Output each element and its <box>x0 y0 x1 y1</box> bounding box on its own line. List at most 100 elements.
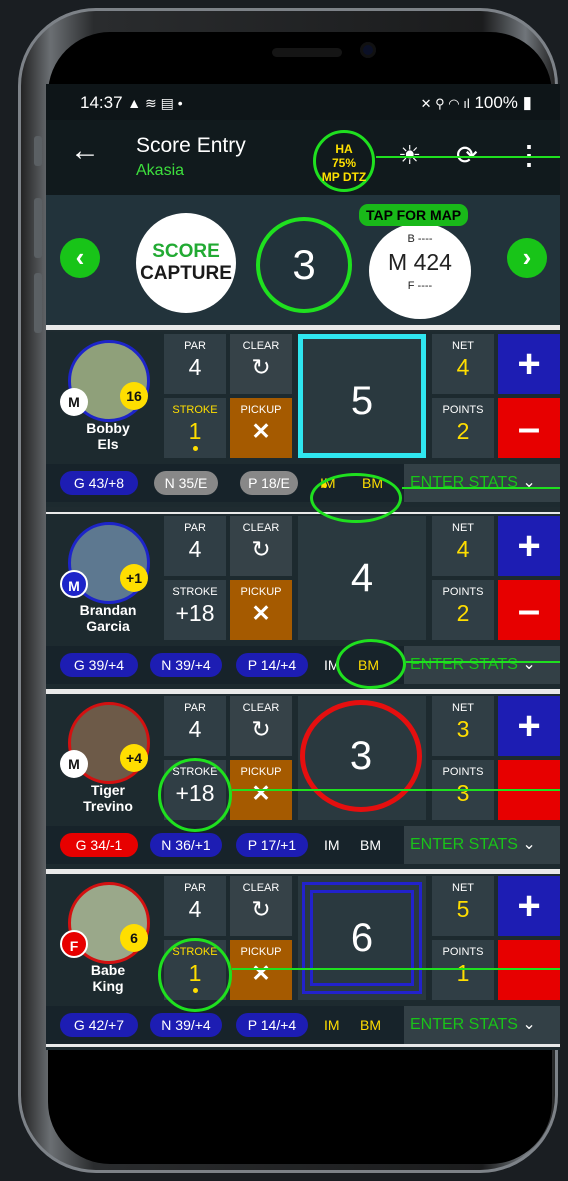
status-time: 14:37 ▲ ≋ ▤ • <box>80 93 183 112</box>
player-name: Babe King <box>90 962 126 994</box>
clear-icon: ↻ <box>251 536 271 562</box>
annotation-line <box>232 789 560 791</box>
player-name: Tiger Trevino <box>83 782 133 814</box>
points-pill: P 14/+4 <box>236 653 308 677</box>
net-pill: N 39/+4 <box>150 1013 222 1037</box>
volume-up-button <box>34 198 42 258</box>
pickup-x-icon: ✕ <box>251 418 271 444</box>
handicap-badge: 16 <box>120 382 148 410</box>
bm-toggle[interactable]: BM <box>360 1017 381 1033</box>
annotation-line <box>232 968 560 970</box>
birdie-circle: 3 <box>300 700 422 812</box>
points-pill: P 17/+1 <box>236 833 308 857</box>
par-cell: PAR 4 <box>164 876 226 936</box>
points-cell: POINTS 2 <box>432 398 494 458</box>
stroke-cell: STROKE 1 <box>164 398 226 458</box>
im-toggle[interactable]: IM <box>324 1017 340 1033</box>
earpiece-speaker <box>272 48 342 57</box>
status-bar: 14:37 ▲ ≋ ▤ • ✕ ⚲ ◠ ıl 100% ▮ <box>46 84 560 120</box>
points-pill: P 18/E <box>240 471 298 495</box>
par-cell: PAR 4 <box>164 516 226 576</box>
gross-pill: G 34/-1 <box>60 833 138 857</box>
mute-switch <box>34 136 42 166</box>
net-cell: NET 3 <box>432 696 494 756</box>
net-cell: NET 4 <box>432 334 494 394</box>
hole-distance[interactable]: B ---- M 424 F ---- <box>369 223 471 319</box>
score-capture-logo: SCORE CAPTURE <box>136 213 236 313</box>
handicap-allowance-badge[interactable]: HA 75% MP DTZ <box>313 130 375 192</box>
annotation-line <box>406 661 560 663</box>
clear-icon: ↻ <box>251 896 271 922</box>
pickup-button[interactable]: PICKUP ✕ <box>230 580 292 640</box>
points-cell: POINTS 2 <box>432 580 494 640</box>
gender-badge: M <box>60 388 88 416</box>
net-cell: NET 5 <box>432 876 494 936</box>
enter-stats-dropdown[interactable]: ENTER STATS ⌄ <box>404 826 560 864</box>
net-pill: N 36/+1 <box>150 833 222 857</box>
hole-number[interactable]: 3 <box>256 217 352 313</box>
hole-selector: ‹ SCORE CAPTURE 3 B ---- M 424 F ---- TA… <box>46 195 560 325</box>
net-pill: N 35/E <box>154 471 218 495</box>
next-hole-icon[interactable]: › <box>507 238 547 278</box>
par-cell: PAR 4 <box>164 696 226 756</box>
decrement-button[interactable]: – <box>498 580 560 640</box>
decrement-button[interactable]: – <box>498 398 560 458</box>
pickup-x-icon: ✕ <box>251 960 271 986</box>
stats-row: G 43/+8 N 35/E P 18/E IM BM ENTER STATS … <box>46 464 560 502</box>
handicap-badge: 6 <box>120 924 148 952</box>
gender-badge: M <box>60 570 88 598</box>
score-box[interactable]: 6 <box>298 876 426 1000</box>
annotation-ring <box>310 473 402 523</box>
pickup-button[interactable]: PICKUP ✕ <box>230 398 292 458</box>
enter-stats-dropdown[interactable]: ENTER STATS ⌄ <box>404 646 560 684</box>
clear-button[interactable]: CLEAR ↻ <box>230 334 292 394</box>
clear-button[interactable]: CLEAR ↻ <box>230 696 292 756</box>
handicap-badge: +4 <box>120 744 148 772</box>
increment-button[interactable]: + <box>498 876 560 936</box>
net-cell: NET 4 <box>432 516 494 576</box>
course-name: Akasia <box>136 162 185 179</box>
pickup-x-icon: ✕ <box>251 600 271 626</box>
par-cell: PAR 4 <box>164 334 226 394</box>
increment-button[interactable]: + <box>498 696 560 756</box>
stats-row: G 42/+7 N 39/+4 P 14/+4 IM BM ENTER STAT… <box>46 1006 560 1044</box>
back-arrow-icon[interactable]: ← <box>70 134 100 168</box>
annotation-ring <box>158 938 232 1012</box>
increment-button[interactable]: + <box>498 334 560 394</box>
gross-pill: G 43/+8 <box>60 471 138 495</box>
clear-icon: ↻ <box>251 354 271 380</box>
points-cell: POINTS 1 <box>432 940 494 1000</box>
app-screen: 14:37 ▲ ≋ ▤ • ✕ ⚲ ◠ ıl 100% ▮ ← Score En… <box>46 84 560 1050</box>
pickup-button[interactable]: PICKUP ✕ <box>230 940 292 1000</box>
clear-button[interactable]: CLEAR ↻ <box>230 516 292 576</box>
player-card: F 6 Babe King PAR 4 CLEAR ↻ STROKE 1 PICKUP ✕… <box>46 874 560 1049</box>
enter-stats-dropdown[interactable]: ENTER STATS ⌄ <box>404 464 560 502</box>
page-title: Score Entry <box>136 134 246 157</box>
stats-row: G 34/-1 N 36/+1 P 17/+1 IM BM ENTER STAT… <box>46 826 560 864</box>
bogey-box: 6 <box>310 890 414 986</box>
handicap-badge: +1 <box>120 564 148 592</box>
increment-button[interactable]: + <box>498 516 560 576</box>
enter-stats-dropdown[interactable]: ENTER STATS ⌄ <box>404 1006 560 1044</box>
decrement-button[interactable] <box>498 940 560 1000</box>
status-right: ✕ ⚲ ◠ ıl 100% ▮ <box>420 93 532 112</box>
divider <box>46 1044 560 1047</box>
player-card: M +4 Tiger Trevino PAR 4 CLEAR ↻ STROKE +18 … <box>46 694 560 869</box>
clear-icon: ↻ <box>251 716 271 742</box>
clear-button[interactable]: CLEAR ↻ <box>230 876 292 936</box>
bm-toggle[interactable]: BM <box>360 837 381 853</box>
player-name: Brandan Garcia <box>79 602 137 634</box>
annotation-line <box>402 487 560 489</box>
score-box[interactable]: 5 <box>298 334 426 458</box>
battery-icon: ▮ <box>517 93 532 112</box>
volume-down-button <box>34 273 42 333</box>
annotation-ring <box>158 758 232 832</box>
score-box[interactable]: 4 <box>298 516 426 640</box>
stats-row: G 39/+4 N 39/+4 P 14/+4 IM BM ENTER STAT… <box>46 646 560 684</box>
score-box[interactable]: 3 <box>298 696 426 820</box>
im-toggle[interactable]: IM <box>324 837 340 853</box>
net-pill: N 39/+4 <box>150 653 222 677</box>
player-card: M 16 Bobby Els PAR 4 CLEAR ↻ STROKE 1 PICKUP… <box>46 332 560 507</box>
previous-hole-icon[interactable]: ‹ <box>60 238 100 278</box>
tap-for-map-button[interactable]: TAP FOR MAP <box>359 204 469 226</box>
